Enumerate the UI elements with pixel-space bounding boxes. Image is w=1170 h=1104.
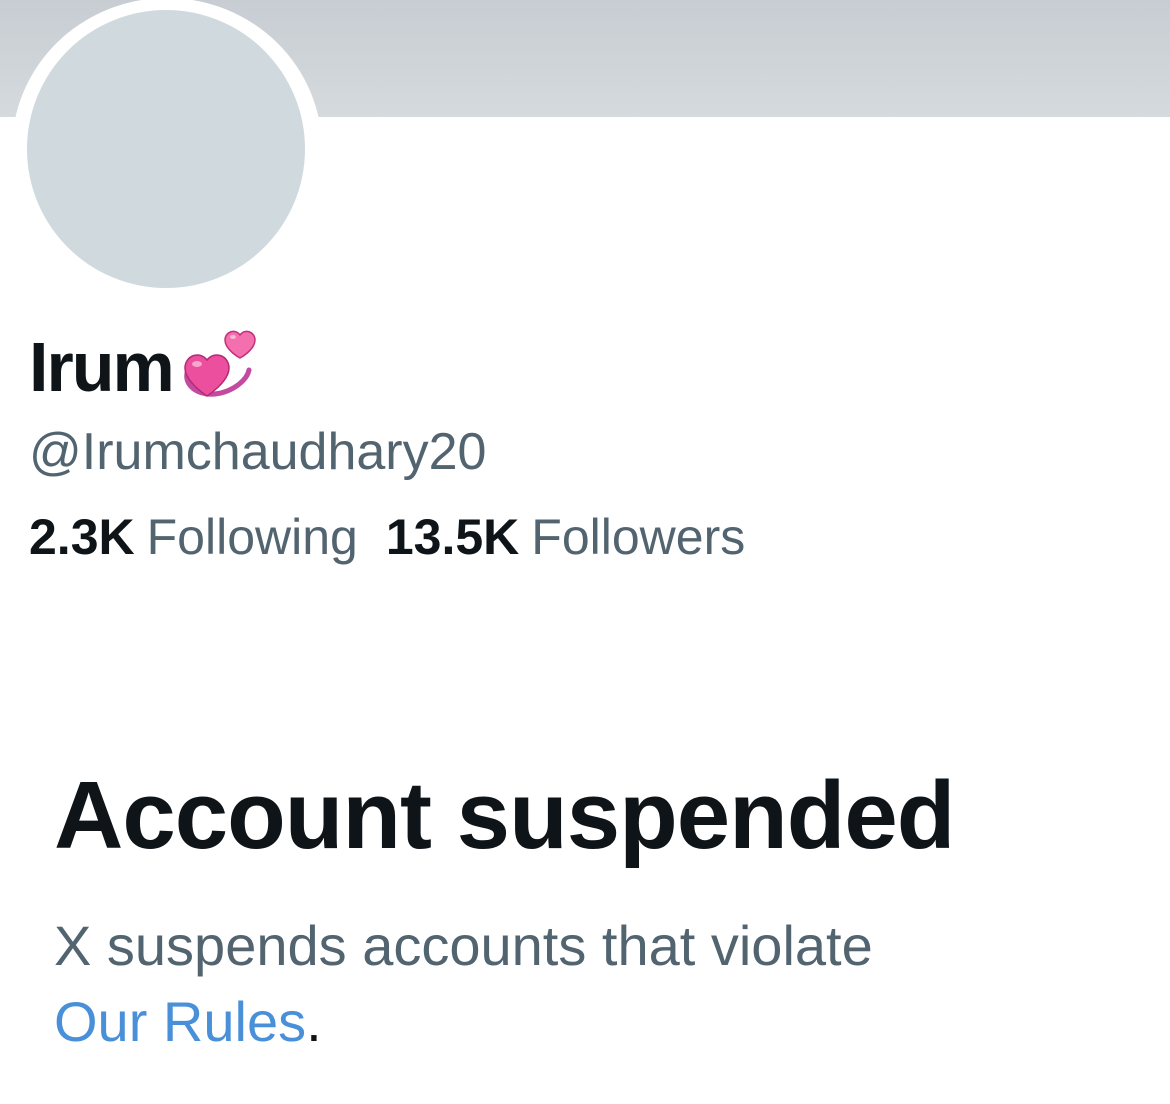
followers-label: Followers xyxy=(531,509,746,565)
our-rules-link[interactable]: Our Rules xyxy=(54,990,306,1053)
suspended-description-text: X suspends accounts that violate xyxy=(54,914,873,977)
display-name: Irum xyxy=(29,322,259,412)
following-stat[interactable]: 2.3K Following xyxy=(29,510,358,565)
profile-handle: @Irumchaudhary20 xyxy=(29,423,487,481)
revolving-hearts-icon xyxy=(183,330,256,397)
following-label: Following xyxy=(146,509,358,565)
avatar[interactable] xyxy=(27,10,305,288)
followers-count: 13.5K xyxy=(385,509,520,565)
suspended-description: X suspends accounts that violate Our Rul… xyxy=(54,908,1134,1060)
profile-page: Irum @Irumchaudhary20 2.3K Following 13.5K… xyxy=(0,0,1170,1104)
suspended-title: Account suspended xyxy=(54,762,955,869)
period-text: . xyxy=(306,990,322,1054)
display-name-text: Irum xyxy=(29,328,175,406)
follow-stats: 2.3K Following 13.5K Followers xyxy=(29,510,745,565)
following-count: 2.3K xyxy=(29,509,135,565)
followers-stat[interactable]: 13.5K Followers xyxy=(386,510,745,565)
